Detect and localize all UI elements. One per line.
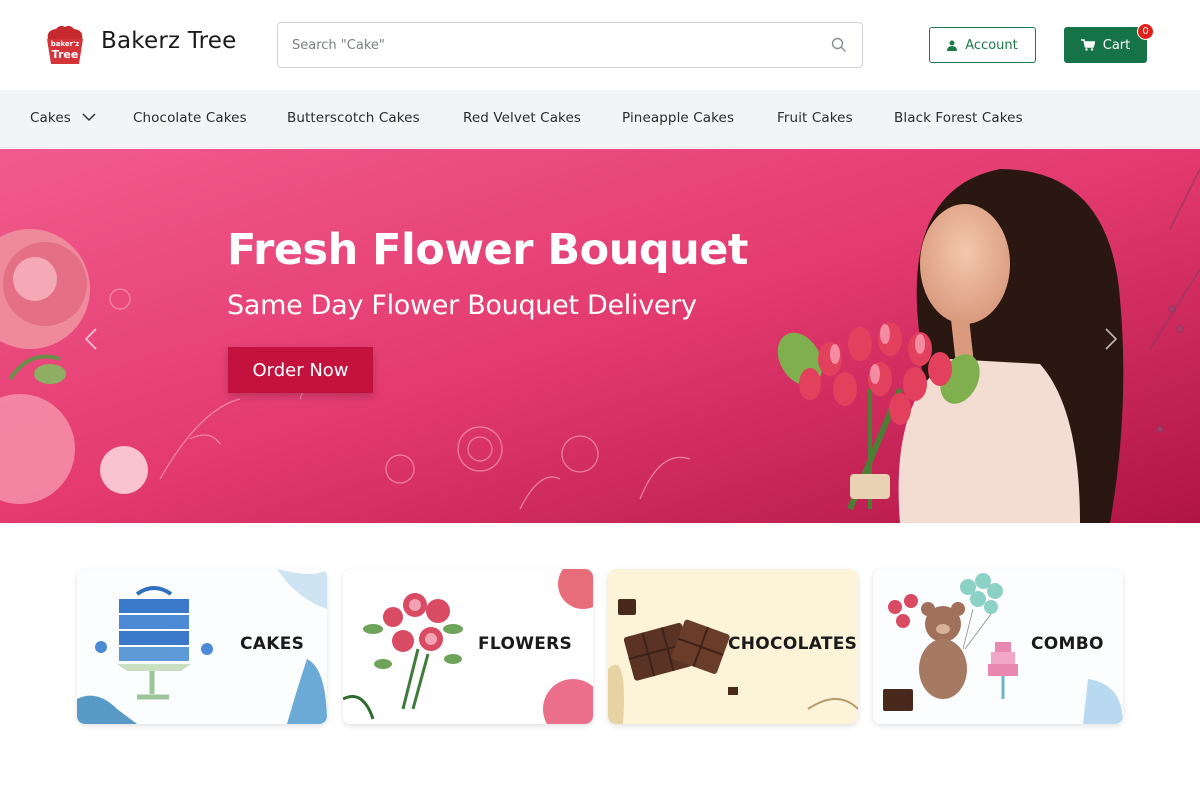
cart-count-badge: 0: [1137, 23, 1154, 40]
category-card-chocolates[interactable]: CHOCOLATES: [608, 569, 858, 724]
category-label: CHOCOLATES: [728, 634, 858, 654]
category-nav: Cakes Chocolate Cakes Butterscotch Cakes…: [0, 90, 1200, 148]
nav-item-black-forest-cakes[interactable]: Black Forest Cakes: [894, 110, 1023, 126]
nav-item-butterscotch-cakes[interactable]: Butterscotch Cakes: [287, 110, 420, 126]
search-input[interactable]: Search "Cake": [277, 22, 863, 68]
category-label: COMBO: [1031, 634, 1104, 654]
nav-item-red-velvet-cakes[interactable]: Red Velvet Cakes: [463, 110, 581, 126]
category-card-flowers[interactable]: FLOWERS: [343, 569, 593, 724]
order-now-button[interactable]: Order Now: [228, 347, 373, 393]
brand-logo[interactable]: baker'z Tree: [42, 24, 88, 66]
carousel-prev-icon[interactable]: [84, 327, 98, 351]
svg-text:baker'z: baker'z: [51, 40, 80, 48]
cart-icon: [1080, 39, 1095, 51]
hero-background: [0, 149, 1200, 523]
account-label: Account: [965, 37, 1018, 53]
nav-item-pineapple-cakes[interactable]: Pineapple Cakes: [622, 110, 734, 126]
cupcake-logo-icon: baker'z Tree: [47, 25, 83, 64]
search-placeholder: Search "Cake": [292, 38, 385, 53]
search-icon[interactable]: [831, 37, 847, 53]
cart-button[interactable]: Cart: [1064, 27, 1147, 63]
cart-label: Cart: [1102, 37, 1131, 53]
carousel-next-icon[interactable]: [1104, 327, 1118, 351]
nav-item-chocolate-cakes[interactable]: Chocolate Cakes: [133, 110, 247, 126]
nav-item-cakes[interactable]: Cakes: [30, 110, 71, 126]
hero-title: Fresh Flower Bouquet: [227, 225, 748, 275]
category-label: CAKES: [240, 634, 305, 654]
chevron-down-icon[interactable]: [82, 112, 96, 122]
brand-name[interactable]: Bakerz Tree: [101, 28, 236, 54]
category-label: FLOWERS: [478, 634, 573, 654]
user-icon: [947, 40, 958, 51]
category-card-combo[interactable]: COMBO: [873, 569, 1123, 724]
site-header: baker'z Tree Bakerz Tree Search "Cake" A…: [0, 0, 1200, 90]
hero-banner[interactable]: Fresh Flower Bouquet Same Day Flower Bou…: [0, 149, 1200, 523]
account-button[interactable]: Account: [929, 27, 1036, 63]
nav-item-fruit-cakes[interactable]: Fruit Cakes: [777, 110, 853, 126]
svg-text:Tree: Tree: [52, 48, 79, 61]
category-card-cakes[interactable]: CAKES: [77, 569, 327, 724]
hero-subtitle: Same Day Flower Bouquet Delivery: [227, 290, 697, 321]
